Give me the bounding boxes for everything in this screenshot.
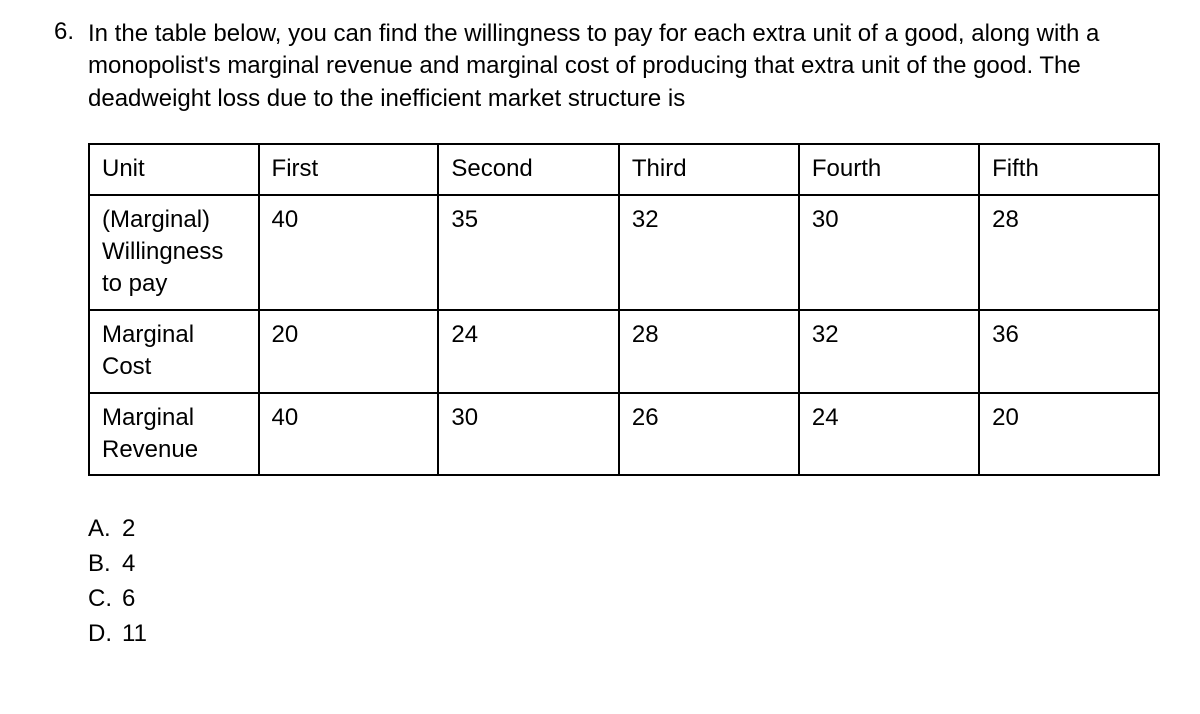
- row-label: Marginal Cost: [89, 310, 259, 393]
- cell: 20: [259, 310, 439, 393]
- cell: 36: [979, 310, 1159, 393]
- cell: 24: [438, 310, 619, 393]
- table-row: Marginal Revenue 40 30 26 24 20: [89, 393, 1159, 476]
- choice-letter: A.: [88, 512, 122, 547]
- question-block: 6. In the table below, you can find the …: [40, 18, 1160, 651]
- header-col-2: Second: [438, 144, 619, 194]
- choice-c[interactable]: C. 6: [88, 582, 1160, 617]
- cell: 20: [979, 393, 1159, 476]
- choice-text: 6: [122, 582, 135, 617]
- cell: 30: [438, 393, 619, 476]
- cell: 28: [619, 310, 799, 393]
- cell: 28: [979, 195, 1159, 310]
- header-col-3: Third: [619, 144, 799, 194]
- cell: 30: [799, 195, 979, 310]
- header-col-5: Fifth: [979, 144, 1159, 194]
- question-text: In the table below, you can find the wil…: [88, 18, 1160, 115]
- choice-text: 2: [122, 512, 135, 547]
- data-table: Unit First Second Third Fourth Fifth (Ma…: [88, 143, 1160, 476]
- answer-choices: A. 2 B. 4 C. 6 D. 11: [88, 512, 1160, 651]
- cell: 35: [438, 195, 619, 310]
- choice-letter: B.: [88, 547, 122, 582]
- cell: 32: [799, 310, 979, 393]
- cell: 40: [259, 195, 439, 310]
- table-row: (Marginal) Willingness to pay 40 35 32 3…: [89, 195, 1159, 310]
- question-number: 6.: [40, 18, 74, 46]
- cell: 40: [259, 393, 439, 476]
- choice-b[interactable]: B. 4: [88, 547, 1160, 582]
- table-header-row: Unit First Second Third Fourth Fifth: [89, 144, 1159, 194]
- row-label: (Marginal) Willingness to pay: [89, 195, 259, 310]
- cell: 26: [619, 393, 799, 476]
- header-col-1: First: [259, 144, 439, 194]
- choice-text: 11: [122, 617, 147, 652]
- choice-text: 4: [122, 547, 135, 582]
- question-body: In the table below, you can find the wil…: [88, 18, 1160, 651]
- choice-d[interactable]: D. 11: [88, 617, 1160, 652]
- choice-letter: D.: [88, 617, 122, 652]
- table-row: Marginal Cost 20 24 28 32 36: [89, 310, 1159, 393]
- cell: 24: [799, 393, 979, 476]
- header-col-4: Fourth: [799, 144, 979, 194]
- header-label-cell: Unit: [89, 144, 259, 194]
- row-label: Marginal Revenue: [89, 393, 259, 476]
- choice-a[interactable]: A. 2: [88, 512, 1160, 547]
- choice-letter: C.: [88, 582, 122, 617]
- cell: 32: [619, 195, 799, 310]
